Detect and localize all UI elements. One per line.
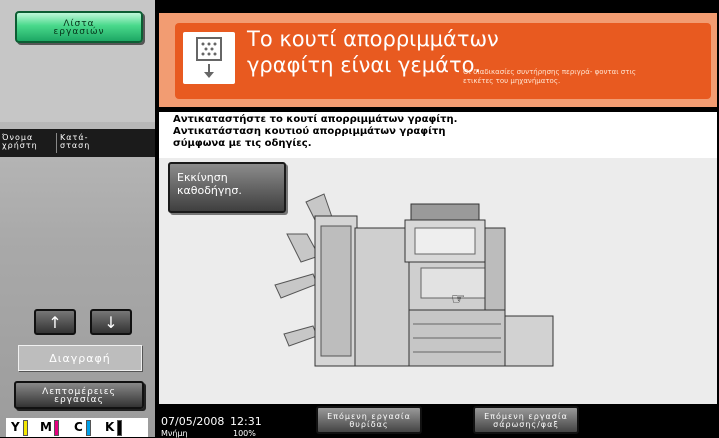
toner-bar-k	[117, 420, 122, 436]
job-sidebar: Λίστα εργασιών Όνομα χρήστη Κατά- σταση …	[0, 0, 155, 437]
warning-banner: Το κουτί απορριμμάτων γραφίτη είναι γεμά…	[175, 23, 711, 99]
instructions-panel: Αντικαταστήστε το κουτί απορριμμάτων γρα…	[159, 112, 717, 158]
delete-button[interactable]: Διαγραφή	[18, 345, 142, 371]
instruction-line-3: σύμφωνα με τις οδηγίες.	[173, 138, 312, 149]
toner-waste-box-graphic	[196, 37, 222, 78]
main-panel: Το κουτί απορριμμάτων γραφίτη είναι γεμά…	[156, 0, 719, 404]
toner-bar-c	[86, 420, 91, 436]
next-mailbox-job-button[interactable]: Επόμενη εργασία θυρίδας	[316, 406, 422, 434]
up-arrow-icon: ↑	[48, 313, 62, 332]
svg-text:☞: ☞	[451, 289, 465, 308]
next-mailbox-job-label: Επόμενη εργασία θυρίδας	[327, 412, 411, 429]
column-status: Κατά- σταση	[60, 133, 91, 150]
copier-illustration: ☞	[274, 193, 554, 367]
column-user-name: Όνομα χρήστη	[2, 133, 38, 150]
toner-label-k: K	[105, 420, 115, 434]
job-details-button[interactable]: Λεπτομέρειες εργασίας	[14, 381, 144, 409]
job-list-button[interactable]: Λίστα εργασιών	[15, 11, 143, 43]
column-separator	[56, 133, 57, 153]
status-bar: 07/05/2008 12:31 Μνήμη 100% Επόμενη εργα…	[156, 404, 719, 438]
toner-waste-box-icon	[183, 32, 235, 84]
next-scan-fax-job-button[interactable]: Επόμενη εργασία σάρωσης/φαξ	[473, 406, 579, 434]
current-date: 07/05/2008	[161, 415, 225, 428]
job-list-column-header: Όνομα χρήστη Κατά- σταση	[0, 129, 155, 157]
toner-label-y: Y	[11, 420, 20, 434]
machine-illustration-panel: Εκκίνηση καθοδήγησ. ☞	[159, 158, 717, 404]
maintenance-note: Οι διαδικασίες συντήρησης περιγρά- φοντα…	[463, 68, 636, 85]
toner-bar-m	[54, 420, 59, 436]
toner-bar-y	[23, 420, 28, 436]
scroll-down-button[interactable]: ↓	[90, 309, 132, 335]
job-details-label: Λεπτομέρειες εργασίας	[42, 387, 116, 405]
next-scan-fax-job-label: Επόμενη εργασία σάρωσης/φαξ	[484, 412, 568, 429]
down-arrow-icon: ↓	[104, 313, 118, 332]
toner-label-m: M	[40, 420, 52, 434]
instruction-line-2: Αντικατάσταση κουτιού απορριμμάτων γραφί…	[173, 126, 446, 137]
toner-level-indicator: Y M C K	[6, 418, 148, 437]
warning-header: Το κουτί απορριμμάτων γραφίτη είναι γεμά…	[159, 13, 717, 107]
instruction-line-1: Αντικαταστήστε το κουτί απορριμμάτων γρα…	[173, 114, 458, 125]
current-time: 12:31	[230, 415, 262, 428]
job-list-label: Λίστα εργασιών	[53, 19, 105, 37]
toner-label-c: C	[74, 420, 83, 434]
scroll-up-button[interactable]: ↑	[34, 309, 76, 335]
